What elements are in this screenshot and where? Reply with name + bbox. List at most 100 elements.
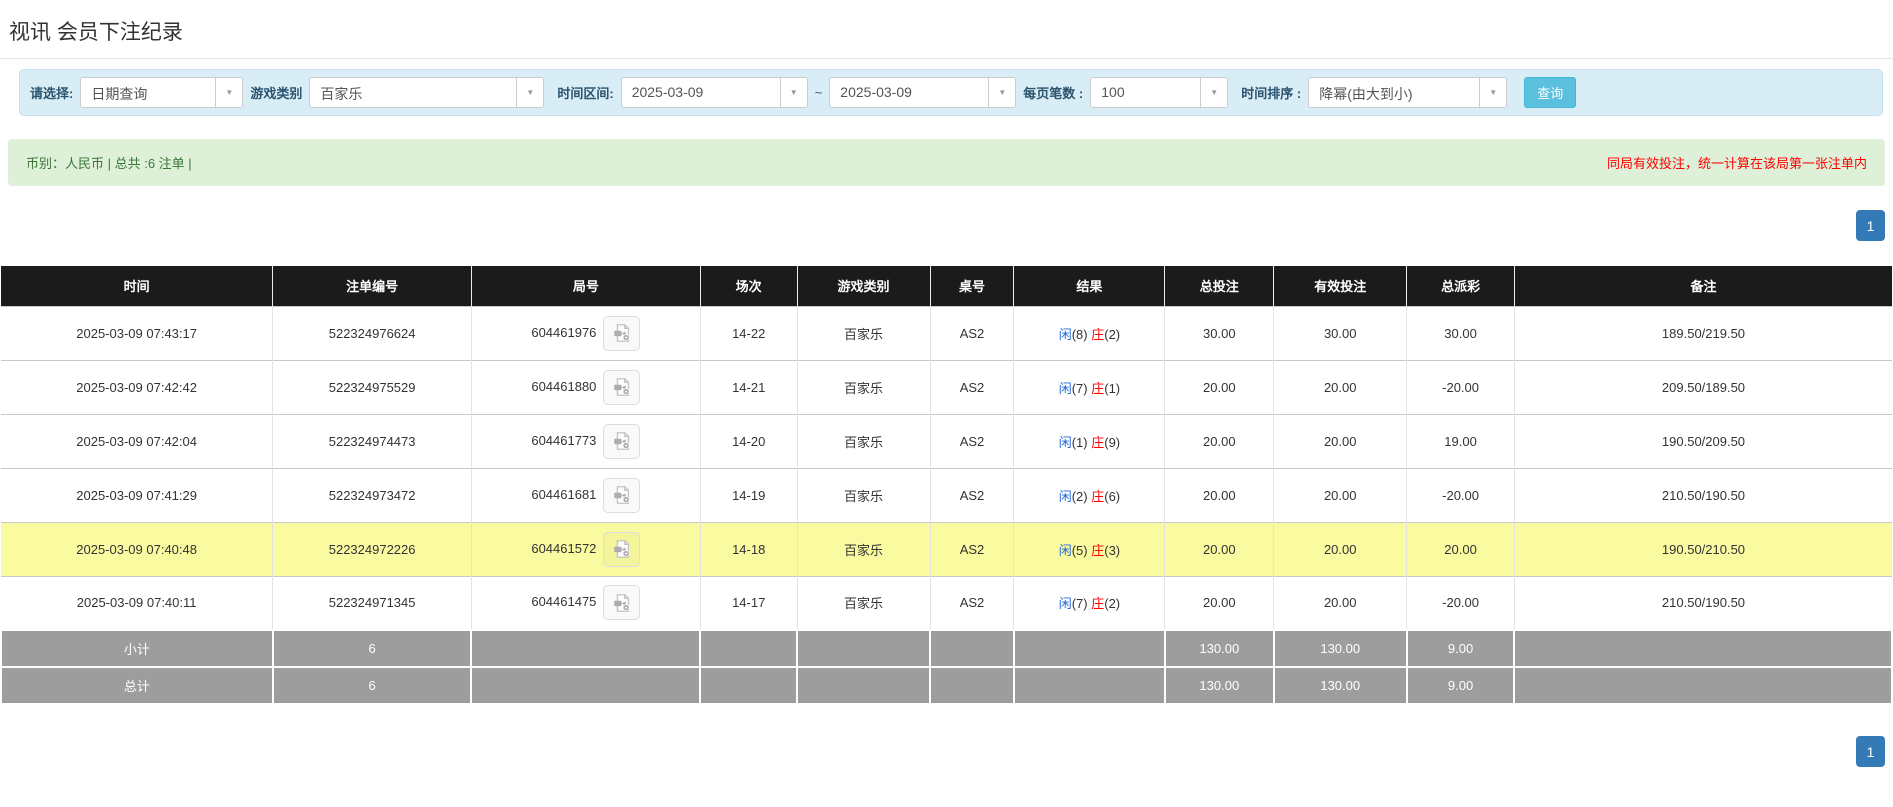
query-type-select[interactable]: 日期查询 ▼ bbox=[80, 77, 244, 108]
page-size-value: 100 bbox=[1101, 84, 1125, 100]
result-banker: 庄 bbox=[1091, 326, 1105, 342]
table-row: 2025-03-09 07:42:04 522324974473 6044617… bbox=[1, 413, 1892, 468]
video-replay-button[interactable] bbox=[603, 369, 641, 405]
time-sort-select[interactable]: 降幂(由大到小) ▼ bbox=[1308, 77, 1508, 108]
result-banker-count: (2) bbox=[1104, 326, 1121, 342]
subtotal-row: 小计 6 130.00 130.00 9.00 bbox=[0, 629, 1893, 668]
video-replay-button[interactable] bbox=[603, 423, 641, 459]
cell-result: 闲(1) 庄(9) bbox=[1013, 413, 1165, 468]
video-replay-button[interactable] bbox=[603, 315, 641, 351]
result-banker-count: (2) bbox=[1104, 596, 1121, 612]
grand-total-row: 总计 6 130.00 130.00 9.00 bbox=[0, 666, 1893, 705]
cell-payout: -20.00 bbox=[1406, 467, 1515, 522]
result-player-count: (2) bbox=[1071, 488, 1088, 504]
column-header: 有效投注 bbox=[1273, 266, 1407, 306]
round-number: 604461572 bbox=[531, 540, 597, 556]
chevron-down-icon: ▼ bbox=[215, 78, 243, 107]
video-file-icon bbox=[614, 593, 630, 612]
pagination-top: 1 bbox=[0, 210, 1885, 241]
currency-total-text: 币别：人民币 | 总共 :6 注单 | bbox=[26, 156, 192, 171]
chevron-down-icon: ▼ bbox=[516, 78, 544, 107]
cell-total-bet[interactable]: 20.00 bbox=[1164, 575, 1274, 630]
grand-total-count: 6 bbox=[271, 666, 473, 705]
cell-total-bet[interactable]: 20.00 bbox=[1164, 521, 1274, 576]
cell-remark: 210.50/190.50 bbox=[1513, 467, 1892, 522]
search-button[interactable]: 查询 bbox=[1524, 77, 1577, 108]
cell-time: 2025-03-09 07:43:17 bbox=[1, 305, 273, 360]
chevron-down-icon: ▼ bbox=[1479, 78, 1507, 107]
result-player-count: (1) bbox=[1071, 434, 1088, 450]
video-replay-button[interactable] bbox=[603, 585, 641, 621]
date-to-select[interactable]: 2025-03-09 ▼ bbox=[829, 77, 1017, 108]
cell-remark: 190.50/209.50 bbox=[1513, 413, 1892, 468]
subtotal-count: 6 bbox=[271, 629, 473, 668]
result-player-count: (7) bbox=[1071, 380, 1088, 396]
cell-table-number: AS2 bbox=[929, 413, 1014, 468]
cell-round-number: 604461976 bbox=[470, 305, 701, 360]
game-type-label: 游戏类别 bbox=[250, 86, 303, 101]
time-sort-value: 降幂(由大到小) bbox=[1319, 86, 1413, 102]
cell-game-type: 百家乐 bbox=[796, 467, 931, 522]
cell-total-bet[interactable]: 20.00 bbox=[1164, 413, 1274, 468]
pagination-page-1[interactable]: 1 bbox=[1856, 210, 1885, 241]
cell-remark: 209.50/189.50 bbox=[1513, 359, 1892, 414]
cell-valid-bet: 20.00 bbox=[1273, 359, 1407, 414]
pagination-bottom: 1 bbox=[0, 736, 1885, 807]
date-from-select[interactable]: 2025-03-09 ▼ bbox=[620, 77, 808, 108]
cell-valid-bet: 30.00 bbox=[1273, 305, 1407, 360]
result-player: 闲 bbox=[1058, 596, 1072, 612]
cell-remark: 210.50/190.50 bbox=[1513, 575, 1892, 630]
column-header: 游戏类别 bbox=[796, 266, 931, 306]
result-player: 闲 bbox=[1058, 488, 1072, 504]
cell-time: 2025-03-09 07:42:42 bbox=[1, 359, 273, 414]
column-header: 桌号 bbox=[929, 266, 1014, 306]
table-row: 2025-03-09 07:40:11 522324971345 6044614… bbox=[1, 575, 1892, 630]
result-banker-count: (6) bbox=[1104, 488, 1121, 504]
result-banker: 庄 bbox=[1091, 434, 1105, 450]
video-replay-button[interactable] bbox=[603, 477, 641, 513]
cell-table-number: AS2 bbox=[929, 359, 1014, 414]
cell-session: 14-20 bbox=[699, 413, 798, 468]
game-type-value: 百家乐 bbox=[320, 86, 363, 102]
result-player-count: (7) bbox=[1071, 596, 1088, 612]
column-header: 注单编号 bbox=[272, 266, 472, 306]
round-number: 604461976 bbox=[531, 324, 597, 340]
result-player: 闲 bbox=[1058, 326, 1072, 342]
cell-bet-number: 522324973472 bbox=[272, 467, 472, 522]
table-row: 2025-03-09 07:43:17 522324976624 6044619… bbox=[1, 305, 1892, 360]
page-size-select[interactable]: 100 ▼ bbox=[1090, 77, 1229, 108]
summary-bar: 币别：人民币 | 总共 :6 注单 | 同局有效投注，统一计算在该局第一张注单内 bbox=[8, 139, 1885, 186]
filter-panel: 请选择: 日期查询 ▼ 游戏类别 百家乐 ▼ 时间区间: 2025-03-09 … bbox=[19, 69, 1883, 116]
grand-total-payout: 9.00 bbox=[1405, 666, 1516, 705]
column-header: 总投注 bbox=[1164, 266, 1274, 306]
video-replay-button[interactable] bbox=[603, 531, 641, 567]
cell-bet-number: 522324971345 bbox=[272, 575, 472, 630]
cell-total-bet[interactable]: 20.00 bbox=[1164, 467, 1274, 522]
bet-records-table: 时间 注单编号 局号 场次 游戏类别 桌号 结果 总投注 有效投注 总派彩 备注 2025-03-0… bbox=[0, 266, 1893, 705]
cell-round-number: 604461572 bbox=[470, 521, 701, 576]
table-row: 2025-03-09 07:42:42 522324975529 6044618… bbox=[1, 359, 1892, 414]
cell-remark: 190.50/210.50 bbox=[1513, 521, 1892, 576]
video-file-icon bbox=[614, 486, 630, 504]
game-type-select[interactable]: 百家乐 ▼ bbox=[309, 77, 545, 108]
result-banker-count: (1) bbox=[1104, 380, 1121, 396]
cell-bet-number: 522324975529 bbox=[272, 359, 472, 414]
result-banker-count: (9) bbox=[1104, 434, 1121, 450]
cell-total-bet[interactable]: 30.00 bbox=[1164, 305, 1274, 360]
result-player-count: (8) bbox=[1071, 326, 1088, 342]
title-divider bbox=[0, 58, 1893, 59]
cell-session: 14-17 bbox=[699, 575, 798, 630]
page-title: 视讯 会员下注纪录 bbox=[9, 21, 183, 44]
result-banker-count: (3) bbox=[1104, 542, 1121, 558]
table-row: 2025-03-09 07:40:48 522324972226 6044615… bbox=[1, 521, 1892, 576]
date-range-separator: ~ bbox=[814, 85, 823, 100]
cell-game-type: 百家乐 bbox=[796, 359, 931, 414]
query-type-label: 请选择: bbox=[30, 86, 74, 101]
cell-payout: 20.00 bbox=[1406, 521, 1515, 576]
grand-total-total-bet: 130.00 bbox=[1163, 666, 1275, 705]
pagination-page-1[interactable]: 1 bbox=[1856, 736, 1885, 767]
cell-total-bet[interactable]: 20.00 bbox=[1164, 359, 1274, 414]
chevron-down-icon: ▼ bbox=[1200, 78, 1228, 107]
column-header: 局号 bbox=[470, 266, 701, 306]
cell-bet-number: 522324974473 bbox=[272, 413, 472, 468]
